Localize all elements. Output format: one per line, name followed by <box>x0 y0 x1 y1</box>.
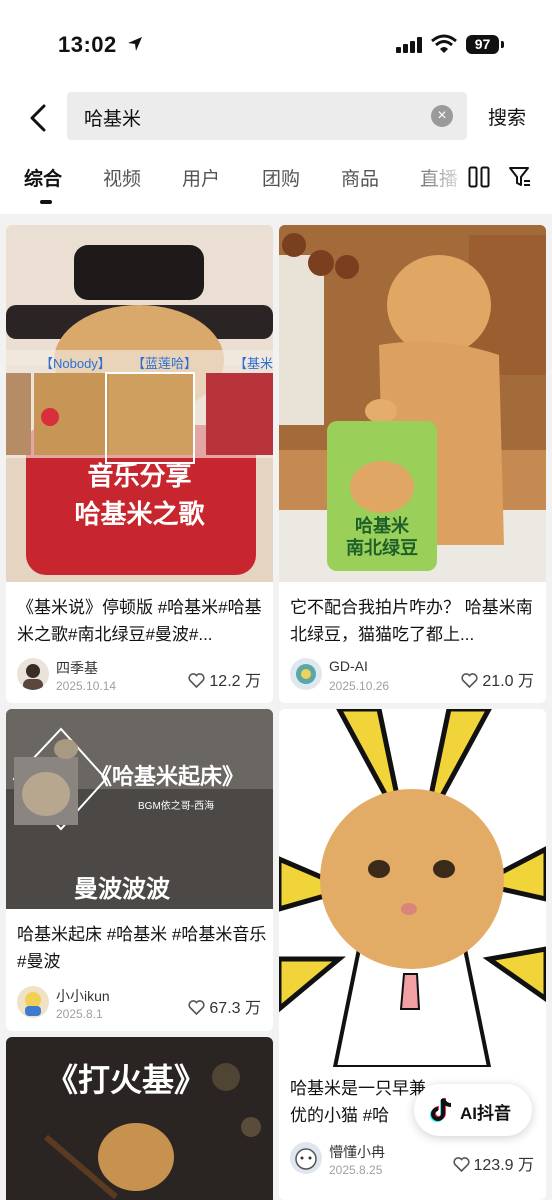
active-tab-indicator <box>40 200 52 204</box>
avatar <box>17 658 49 690</box>
wifi-icon <box>431 34 457 53</box>
search-input[interactable]: 哈基米 × <box>67 92 467 140</box>
filter-icon[interactable] <box>508 166 532 188</box>
thumb-caption: 【基米 <box>234 356 273 371</box>
search-button[interactable]: 搜索 <box>488 103 526 130</box>
avatar-image <box>25 992 41 1016</box>
tab-group-buy[interactable]: 团购 <box>262 164 300 191</box>
avatar <box>290 1142 322 1174</box>
like-count-value: 21.0 万 <box>482 673 534 690</box>
thumb-captions: 【Nobody】 【蓝莲哈】 【基米 <box>6 353 273 373</box>
thumb-line: BGM依之哥-西海 <box>138 801 215 812</box>
heart-icon <box>188 1000 206 1015</box>
clear-search-icon[interactable]: × <box>431 105 453 127</box>
card-title: 《基米说》停顿版 #哈基米#哈基米之歌#南北绿豆#曼波#... <box>17 598 262 644</box>
card-title: 哈基米起床 #哈基米 #哈基米音乐 #曼波 <box>17 925 267 971</box>
status-time: 13:02 <box>58 32 117 57</box>
search-bar-row: 哈基米 × 搜索 <box>0 90 552 146</box>
author-name: 小小ikun <box>56 988 110 1004</box>
post-date: 2025.8.25 <box>329 1163 383 1177</box>
like-count: 21.0 万 <box>461 667 534 691</box>
filter-tabs: 综合 视频 用户 团购 商品 直播 <box>0 146 552 214</box>
thumb-line: 南北绿豆 <box>346 538 418 558</box>
video-card[interactable]: 《打火基》 <box>6 1037 273 1200</box>
search-query-text: 哈基米 <box>84 109 142 130</box>
like-count-value: 12.2 万 <box>209 673 261 690</box>
battery-indicator: 97 <box>466 35 499 54</box>
like-count-value: 123.9 万 <box>473 1157 535 1174</box>
video-card[interactable]: 【Nobody】 【蓝莲哈】 【基米 音乐分享 哈基米之歌 《基米说》停顿版 #… <box>6 225 273 703</box>
thumb-line: 哈基米 <box>355 516 409 536</box>
thumb-line: 《哈基米起床》 <box>90 764 245 789</box>
avatar-image <box>296 664 316 684</box>
thumb-overlay-text: 音乐分享 哈基米之歌 <box>6 457 273 533</box>
location-arrow-icon <box>128 37 142 51</box>
heart-icon <box>461 673 479 688</box>
like-count: 67.3 万 <box>188 994 261 1018</box>
thumb-caption: 【蓝莲哈】 <box>132 356 198 371</box>
video-thumbnail <box>279 709 546 1067</box>
thumb-line: 《打火基》 <box>46 1062 207 1098</box>
ai-button-label: AI抖音 <box>460 1104 511 1123</box>
video-card[interactable]: 《哈基米起床》 BGM依之哥-西海 曼波波波 哈基米起床 #哈基米 #哈基米音乐… <box>6 709 273 1031</box>
tab-users[interactable]: 用户 <box>182 164 220 191</box>
author-name: 懵懂小冉 <box>329 1144 385 1160</box>
heart-icon <box>452 1157 470 1172</box>
like-count: 12.2 万 <box>188 667 261 691</box>
heart-icon <box>188 673 206 688</box>
thumb-overlay-text: 哈基米 南北绿豆 <box>327 515 437 559</box>
post-date: 2025.8.1 <box>56 1007 103 1021</box>
author-name: GD-AI <box>329 658 368 674</box>
status-bar: 13:02 97 <box>0 0 552 90</box>
avatar-image <box>23 664 43 690</box>
thumb-line: 哈基米之歌 <box>74 499 205 529</box>
like-count: 123.9 万 <box>452 1151 535 1175</box>
post-date: 2025.10.14 <box>56 679 117 693</box>
avatar-image <box>295 1148 317 1170</box>
back-arrow-icon[interactable] <box>24 100 54 136</box>
thumb-line: 音乐分享 <box>87 461 192 491</box>
tab-fade-overlay <box>410 146 470 214</box>
thumb-overlay-text: 《哈基米起床》 BGM依之哥-西海 曼波波波 <box>6 709 273 909</box>
like-count-value: 67.3 万 <box>209 1000 261 1017</box>
thumb-caption: 【Nobody】 <box>40 356 111 371</box>
card-title: 它不配合我拍片咋办？ 哈基米南北绿豆，猫猫吃了都上... <box>290 598 533 644</box>
avatar <box>17 986 49 1018</box>
tab-video[interactable]: 视频 <box>103 164 141 191</box>
post-date: 2025.10.26 <box>329 679 390 693</box>
layout-toggle-icon[interactable] <box>468 166 490 188</box>
tab-products[interactable]: 商品 <box>341 164 379 191</box>
douyin-logo-icon <box>430 1098 452 1122</box>
avatar <box>290 658 322 690</box>
ai-douyin-button[interactable]: AI抖音 <box>414 1084 532 1136</box>
author-name: 四季基 <box>56 660 98 676</box>
thumb-line: 曼波波波 <box>74 876 170 903</box>
tab-comprehensive[interactable]: 综合 <box>24 164 62 191</box>
battery-tip <box>501 41 504 48</box>
video-card[interactable]: 哈基米 南北绿豆 它不配合我拍片咋办？ 哈基米南北绿豆，猫猫吃了都上... GD… <box>279 225 546 703</box>
cellular-signal-icon <box>396 37 422 53</box>
